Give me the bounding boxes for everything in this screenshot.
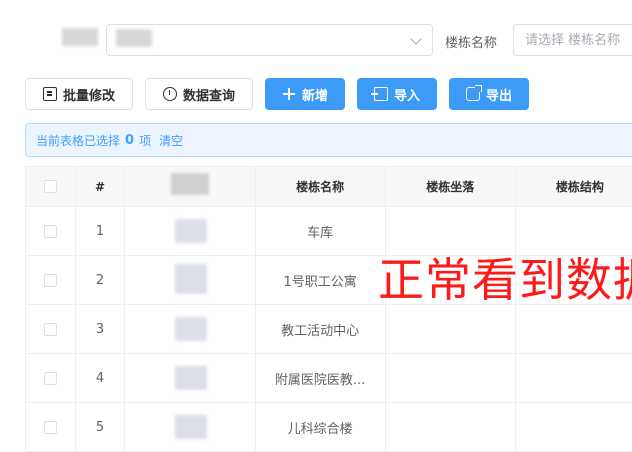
import-button[interactable]: 导入 bbox=[357, 78, 437, 110]
edit-icon bbox=[42, 87, 57, 101]
row-select-cell bbox=[26, 403, 76, 451]
row-select-cell bbox=[26, 354, 76, 402]
row-building-structure bbox=[516, 305, 632, 353]
header-index: # bbox=[76, 167, 126, 206]
redacted-label bbox=[62, 28, 98, 46]
row-checkbox[interactable] bbox=[43, 224, 57, 238]
row-building-structure bbox=[516, 354, 632, 402]
redacted-header bbox=[171, 173, 210, 195]
selection-prefix: 当前表格已选择 bbox=[36, 133, 121, 148]
plus-icon bbox=[282, 87, 296, 101]
header-redacted bbox=[125, 167, 256, 206]
row-index: 4 bbox=[76, 354, 126, 402]
table-row: 5 儿科综合楼 bbox=[26, 403, 632, 452]
data-query-button[interactable]: 数据查询 bbox=[145, 78, 253, 110]
redacted-cell bbox=[175, 264, 208, 294]
table-row: 4 附属医院医教... bbox=[26, 354, 632, 403]
row-building-structure bbox=[516, 403, 632, 451]
redacted-cell bbox=[175, 415, 208, 439]
chevron-down-icon bbox=[410, 33, 422, 45]
add-button[interactable]: 新增 bbox=[265, 78, 345, 110]
select-all-checkbox[interactable] bbox=[43, 180, 57, 193]
add-label: 新增 bbox=[301, 88, 328, 104]
row-index: 3 bbox=[76, 305, 126, 353]
header-select-cell bbox=[26, 167, 76, 206]
row-select-cell bbox=[26, 207, 76, 255]
row-redacted bbox=[125, 305, 256, 353]
header-building-location: 楼栋坐落 bbox=[386, 167, 516, 206]
export-button[interactable]: 导出 bbox=[449, 78, 529, 110]
campus-select[interactable] bbox=[106, 24, 433, 56]
selection-count: 0 bbox=[125, 132, 135, 148]
row-checkbox[interactable] bbox=[43, 273, 57, 287]
export-icon bbox=[465, 85, 482, 101]
clear-selection-link[interactable]: 清空 bbox=[159, 132, 183, 149]
row-building-name: 儿科综合楼 bbox=[256, 403, 386, 451]
export-label: 导出 bbox=[485, 88, 512, 104]
row-checkbox[interactable] bbox=[43, 322, 57, 336]
row-building-name: 车库 bbox=[256, 207, 386, 255]
import-icon bbox=[370, 87, 388, 101]
row-building-location bbox=[386, 403, 516, 451]
header-building-structure: 楼栋结构 bbox=[516, 167, 632, 206]
row-building-name: 教工活动中心 bbox=[256, 305, 386, 353]
selection-suffix: 项 bbox=[139, 133, 152, 148]
row-redacted bbox=[125, 354, 256, 402]
row-checkbox[interactable] bbox=[43, 420, 57, 434]
row-building-name: 附属医院医教... bbox=[256, 354, 386, 402]
row-redacted bbox=[125, 256, 256, 304]
row-building-name: 1号职工公寓 bbox=[256, 256, 386, 304]
row-building-location bbox=[386, 305, 516, 353]
redacted-cell bbox=[175, 366, 208, 390]
header-building-name: 楼栋名称 bbox=[256, 167, 386, 206]
redacted-cell bbox=[175, 219, 208, 243]
annotation-overlay: 正常看到数据 bbox=[378, 253, 632, 307]
redacted-value bbox=[116, 29, 152, 47]
batch-edit-label: 批量修改 bbox=[62, 88, 115, 104]
row-building-location bbox=[386, 354, 516, 402]
building-name-input[interactable] bbox=[513, 24, 632, 56]
table-row: 3 教工活动中心 bbox=[26, 305, 632, 354]
table-header-row: # 楼栋名称 楼栋坐落 楼栋结构 bbox=[26, 167, 632, 207]
selection-alert: 当前表格已选择 0 项 清空 bbox=[25, 123, 632, 157]
row-select-cell bbox=[26, 305, 76, 353]
row-redacted bbox=[125, 207, 256, 255]
row-select-cell bbox=[26, 256, 76, 304]
row-index: 2 bbox=[76, 256, 126, 304]
row-index: 5 bbox=[76, 403, 126, 451]
building-name-label: 楼栋名称 bbox=[445, 36, 498, 51]
filter-bar: 楼栋名称 bbox=[0, 0, 632, 70]
clock-icon bbox=[162, 87, 177, 101]
row-redacted bbox=[125, 403, 256, 451]
row-checkbox[interactable] bbox=[43, 371, 57, 385]
data-query-label: 数据查询 bbox=[182, 88, 235, 104]
batch-edit-button[interactable]: 批量修改 bbox=[25, 78, 133, 110]
redacted-cell bbox=[175, 317, 208, 341]
import-label: 导入 bbox=[393, 88, 420, 104]
row-index: 1 bbox=[76, 207, 126, 255]
